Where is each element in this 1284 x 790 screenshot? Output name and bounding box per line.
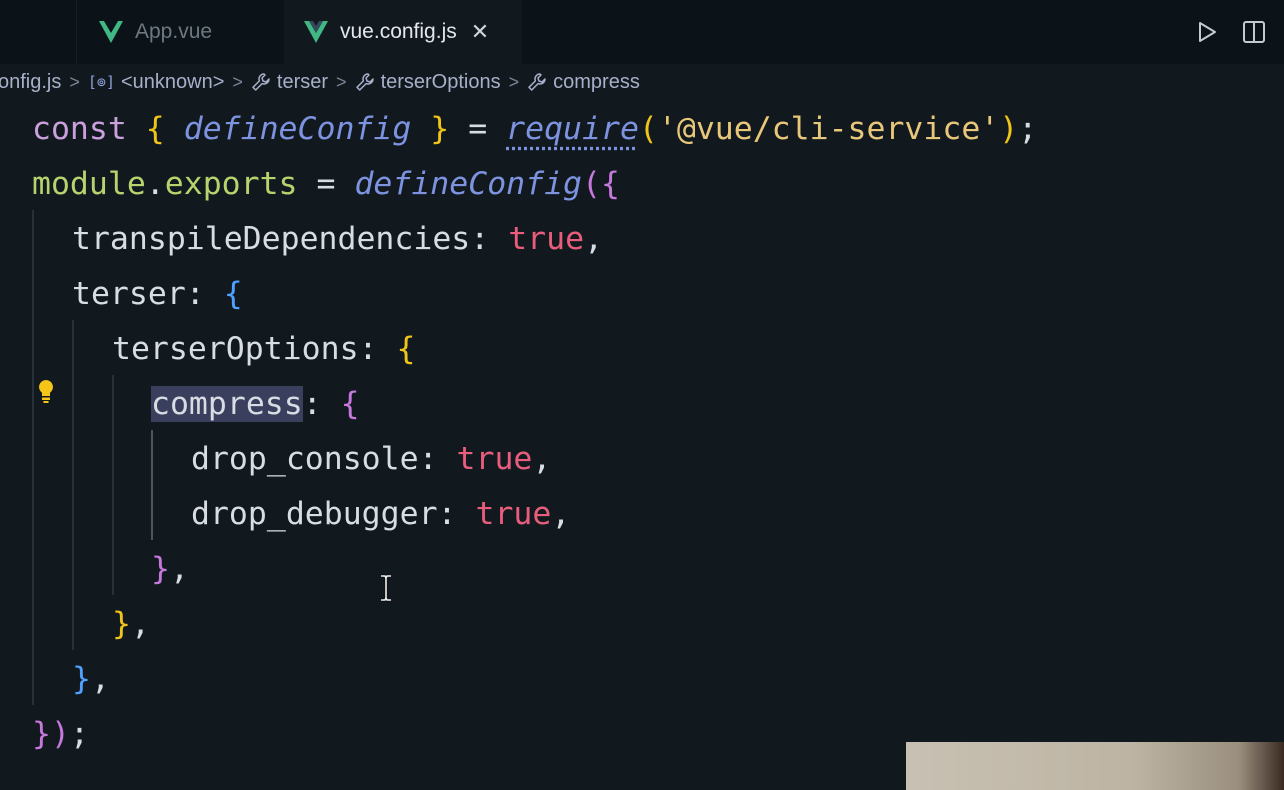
tab-bar: App.vue vue.config.js ✕ (0, 0, 1284, 64)
vue-icon (304, 21, 328, 43)
run-icon[interactable] (1196, 20, 1218, 44)
wrench-icon (355, 73, 374, 91)
breadcrumb-file[interactable]: onfig.js (0, 71, 61, 94)
lightbulb-icon[interactable] (36, 378, 56, 404)
token-brace: } (32, 716, 51, 752)
token-colon: : (358, 331, 378, 367)
token-key: drop_console (191, 441, 419, 477)
indent-guide (32, 210, 34, 705)
chevron-right-icon: > (336, 71, 347, 92)
code-line-1[interactable]: const { defineConfig } = require('@vue/c… (32, 102, 1037, 157)
token-brace: { (223, 276, 243, 312)
tab-label: App.vue (135, 20, 213, 43)
split-editor-icon[interactable] (1242, 20, 1266, 44)
token-colon: : (470, 221, 490, 257)
indent-guide-active (151, 430, 153, 540)
token-boolean: true (456, 441, 533, 477)
token-key: terser (72, 276, 186, 312)
token-paren: ( (582, 166, 601, 202)
code-line-2[interactable]: module.exports = defineConfig({ (32, 157, 620, 212)
token-brace: } (72, 661, 91, 697)
token-brace: { (340, 386, 360, 422)
breadcrumb-item-label: terser (276, 70, 329, 93)
token-brace: { (600, 166, 620, 202)
token-colon: : (302, 386, 322, 422)
token-dot: . (145, 166, 165, 202)
indent-guide (112, 375, 114, 595)
code-line-4[interactable]: terser: { (72, 267, 243, 322)
code-line-5[interactable]: terserOptions: { (112, 322, 415, 377)
breadcrumb: onfig.js > [⊚] <unknown> > terser > ters… (0, 64, 1284, 100)
token-colon: : (418, 441, 438, 477)
code-line-3[interactable]: transpileDependencies: true, (72, 212, 603, 267)
code-editor[interactable]: const { defineConfig } = require('@vue/c… (0, 100, 1284, 790)
text-cursor-icon (381, 574, 391, 602)
breadcrumb-item-terser-options[interactable]: terserOptions (355, 71, 501, 94)
code-line-7[interactable]: drop_console: true, (191, 432, 551, 487)
close-icon[interactable]: ✕ (471, 19, 489, 45)
wrench-icon (252, 73, 270, 91)
breadcrumb-item-label: compress (553, 70, 640, 93)
breadcrumb-item-compress[interactable]: compress (527, 71, 640, 94)
breadcrumb-item-unknown[interactable]: [⊚] <unknown> (88, 71, 225, 94)
token-brace: { (396, 331, 416, 367)
token-operator: = (316, 166, 336, 202)
token-colon: : (437, 496, 457, 532)
token-identifier: defineConfig (183, 111, 412, 147)
token-property: exports (164, 166, 298, 202)
token-operator: = (468, 111, 488, 147)
code-line-11[interactable]: }, (72, 652, 110, 707)
breadcrumb-item-terser[interactable]: terser (251, 71, 328, 94)
token-comma: , (532, 441, 552, 477)
token-boolean: true (475, 496, 552, 532)
token-key: transpileDependencies (72, 221, 471, 257)
token-key: drop_debugger (191, 496, 438, 532)
token-brace: } (112, 606, 131, 642)
tab-vue-config-js[interactable]: vue.config.js ✕ (284, 0, 522, 64)
token-comma: , (90, 661, 110, 697)
tab-label: vue.config.js (340, 20, 457, 43)
code-line-8[interactable]: drop_debugger: true, (191, 487, 570, 542)
token-boolean: true (508, 221, 585, 257)
chevron-right-icon: > (232, 71, 243, 92)
code-line-9[interactable]: }, (151, 542, 189, 597)
token-comma: , (584, 221, 604, 257)
token-key: terserOptions (112, 331, 359, 367)
token-keyword: const (32, 111, 127, 147)
tab-app-vue[interactable]: App.vue (76, 0, 282, 64)
token-object: module (32, 166, 146, 202)
vue-icon (99, 21, 123, 43)
token-string: '@vue/cli-service' (657, 111, 1000, 147)
token-comma: , (551, 496, 571, 532)
breadcrumb-item-label: terserOptions (380, 70, 501, 93)
code-line-12[interactable]: }); (32, 707, 89, 762)
chevron-right-icon: > (69, 71, 80, 92)
token-brace: { (145, 111, 165, 147)
token-paren: ) (50, 716, 70, 752)
chevron-right-icon: > (508, 71, 520, 92)
token-semicolon: ; (1018, 111, 1038, 147)
breadcrumb-file-label: onfig.js (0, 70, 62, 93)
code-line-10[interactable]: }, (112, 597, 150, 652)
breadcrumb-item-label: <unknown> (120, 70, 225, 93)
token-function: require (506, 111, 639, 147)
code-line-6[interactable]: compress: { (151, 377, 360, 432)
token-colon: : (185, 276, 205, 312)
symbol-icon: [⊚] (87, 73, 115, 91)
token-paren: ) (999, 111, 1019, 147)
indent-guide (72, 320, 74, 650)
token-brace: } (151, 551, 170, 587)
token-key-selected: compress (151, 386, 303, 422)
token-function: defineConfig (354, 166, 583, 202)
token-brace: } (430, 111, 450, 147)
token-comma: , (130, 606, 150, 642)
token-paren: ( (638, 111, 658, 147)
video-overlay-thumbnail (906, 742, 1284, 790)
token-semicolon: ; (69, 716, 89, 752)
token-comma: , (169, 551, 189, 587)
wrench-icon (528, 73, 546, 91)
